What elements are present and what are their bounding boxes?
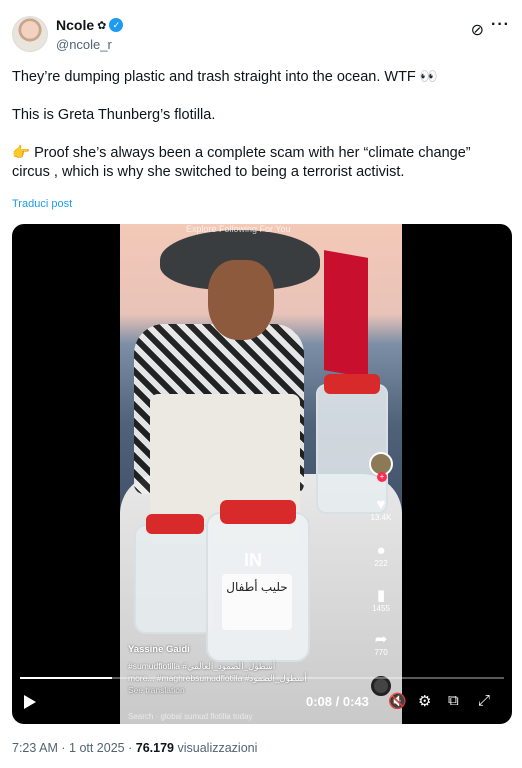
play-icon[interactable] bbox=[24, 695, 36, 709]
settings-gear-icon[interactable]: ⚙ bbox=[418, 692, 431, 710]
display-name-row[interactable]: Ncole ✿ ✓ bbox=[56, 16, 124, 34]
tiktok-avatar: + bbox=[369, 452, 393, 482]
jar-lid bbox=[146, 514, 204, 534]
video-time: 0:08 / 0:43 bbox=[306, 694, 369, 709]
tweet-time[interactable]: 7:23 AM bbox=[12, 741, 58, 755]
tiktok-hashtags: #sumudflotilla #أسطول_الصمود_العالمي bbox=[128, 661, 276, 671]
view-count: 76.179 bbox=[135, 741, 174, 755]
follow-plus-icon: + bbox=[377, 472, 387, 482]
tiktok-top-nav: Explore Following For You bbox=[186, 224, 291, 234]
tweet-paragraph: 👉 Proof she’s always been a complete sca… bbox=[12, 145, 471, 180]
tiktok-caption: Yassine Gaidi #sumudflotilla #أسطول_الصم… bbox=[128, 644, 348, 696]
avatar[interactable] bbox=[12, 16, 48, 52]
verified-badge-icon[interactable]: ✓ bbox=[109, 18, 124, 32]
fullscreen-icon[interactable]: ⤢ bbox=[478, 692, 490, 709]
mute-icon[interactable]: 🔇 bbox=[388, 692, 407, 710]
video-progress-fill bbox=[20, 677, 112, 679]
video-player[interactable]: حليب أطفال Explore Following For You IN … bbox=[12, 224, 512, 724]
tiktok-save: ▮ 1455 bbox=[366, 586, 396, 613]
tiktok-like: ♥ 13.4K bbox=[366, 496, 396, 522]
flag bbox=[324, 250, 368, 378]
tiktok-username: Yassine Gaidi bbox=[128, 644, 190, 655]
jar-lid bbox=[220, 500, 296, 524]
heart-icon: ♥ bbox=[376, 496, 386, 513]
views-label: visualizzazioni bbox=[177, 741, 258, 755]
person-face bbox=[208, 260, 274, 340]
plastic-jar: حليب أطفال bbox=[206, 500, 310, 662]
comment-icon: ● bbox=[376, 542, 386, 559]
flower-badge-icon: ✿ bbox=[97, 19, 107, 32]
jar-label: حليب أطفال bbox=[222, 574, 292, 630]
video-frame: حليب أطفال Explore Following For You IN … bbox=[120, 224, 402, 724]
share-arrow-icon: ➦ bbox=[374, 631, 388, 648]
meta-separator: · bbox=[61, 741, 66, 755]
tiktok-creator-avatar: + bbox=[366, 452, 396, 482]
video-progress-bar[interactable] bbox=[20, 677, 504, 679]
handle[interactable]: @ncole_r bbox=[56, 37, 123, 52]
comment-count: 222 bbox=[374, 559, 388, 568]
tweet-text: They’re dumping plastic and trash straig… bbox=[12, 68, 512, 182]
author-info: Ncole ✿ ✓ @ncole_r bbox=[56, 16, 124, 52]
grok-icon[interactable]: ⊘ bbox=[471, 20, 484, 40]
watermark: IN bbox=[244, 550, 262, 570]
plastic-jar bbox=[134, 514, 214, 634]
more-options-icon[interactable]: ··· bbox=[491, 16, 510, 34]
tiktok-comment: ● 222 bbox=[366, 542, 396, 568]
tweet-date[interactable]: 1 ott 2025 bbox=[69, 741, 125, 755]
tweet-paragraph: They’re dumping plastic and trash straig… bbox=[12, 69, 438, 85]
save-count: 1455 bbox=[372, 604, 390, 613]
share-count: 770 bbox=[374, 648, 388, 657]
picture-in-picture-icon[interactable]: ⧉ bbox=[448, 692, 459, 709]
jar-lid bbox=[324, 374, 380, 394]
translate-post-link[interactable]: Traduci post bbox=[12, 198, 72, 210]
meta-separator: · bbox=[128, 741, 133, 755]
tweet-metadata: 7:23 AM · 1 ott 2025 · 76.179 visualizza… bbox=[12, 741, 257, 755]
tiktok-share: ➦ 770 bbox=[366, 630, 396, 657]
tweet-header: Ncole ✿ ✓ @ncole_r ⊘ ··· bbox=[12, 14, 512, 58]
video-controls: 0:08 / 0:43 🔇 ⚙ ⧉ ⤢ bbox=[12, 690, 512, 718]
bookmark-icon: ▮ bbox=[376, 587, 386, 604]
display-name[interactable]: Ncole bbox=[56, 17, 94, 33]
plastic-jar bbox=[316, 374, 388, 514]
like-count: 13.4K bbox=[370, 513, 392, 522]
tweet-paragraph: This is Greta Thunberg’s flotilla. bbox=[12, 107, 216, 123]
